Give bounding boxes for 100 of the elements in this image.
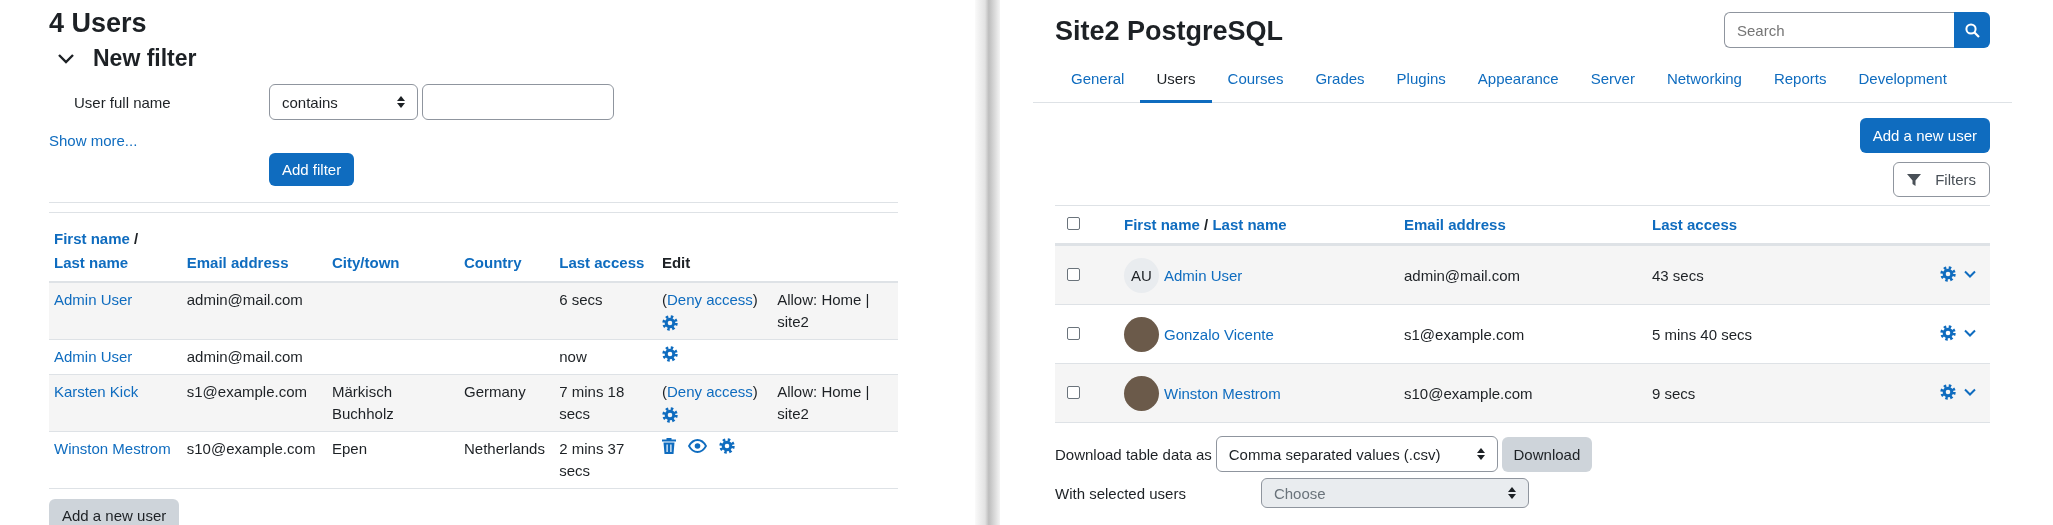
- user-name-link[interactable]: Winston Mestrom: [1164, 384, 1281, 402]
- input-field[interactable]: [422, 84, 614, 120]
- select-arrows-icon: [397, 96, 405, 108]
- avatar-photo-placeholder: [1124, 375, 1159, 411]
- sort-link[interactable]: Last name: [54, 254, 129, 271]
- user-name-link[interactable]: Admin User: [54, 291, 133, 308]
- sort-link[interactable]: First name: [1124, 216, 1200, 233]
- nav-tab[interactable]: Networking: [1650, 58, 1758, 103]
- table-cell: Epen: [332, 440, 368, 457]
- table-cell: admin@mail.com: [186, 291, 303, 308]
- operator-select[interactable]: contains: [269, 84, 418, 120]
- table-cell: Netherlands: [464, 440, 545, 457]
- table-cell: 9 secs: [1652, 384, 1696, 402]
- trash-icon[interactable]: [661, 438, 676, 454]
- nav-tab[interactable]: Appearance: [1461, 58, 1575, 103]
- table-cell: 7 mins 18 secs: [559, 383, 625, 422]
- section-heading: New filter: [93, 45, 197, 72]
- select-arrows-icon: [1476, 448, 1485, 460]
- caret-icon: [1964, 269, 1976, 278]
- table-cell: 43 secs: [1652, 266, 1704, 284]
- bulk-action-label: With selected users: [1055, 484, 1186, 502]
- table-cell: 5 mins 40 secs: [1652, 325, 1753, 343]
- add-user-button[interactable]: Add a new user: [49, 499, 180, 525]
- avatar-photo-placeholder: [1124, 316, 1159, 352]
- table-cell: now: [559, 348, 587, 365]
- table-cell: s10@example.com: [186, 440, 316, 457]
- checkbox[interactable]: [1067, 217, 1080, 230]
- nav-tab[interactable]: Grades: [1299, 58, 1381, 103]
- user-name-link[interactable]: Gonzalo Vicente: [1164, 325, 1274, 343]
- settings-icon: [1940, 265, 1956, 282]
- search-field[interactable]: Search: [1724, 12, 1954, 48]
- user-name-link[interactable]: Winston Mestrom: [54, 440, 171, 457]
- separator: /: [134, 230, 139, 247]
- deny-access-text: (Deny access): [661, 290, 758, 310]
- table-cell: Allow: Home | site2: [777, 383, 870, 422]
- table-cell: Allow: Home | site2: [777, 291, 870, 330]
- add-filter-button[interactable]: Add filter: [269, 153, 355, 186]
- avatar-initials: AU: [1124, 257, 1159, 293]
- table-cell: Märkisch Buchholz: [332, 383, 394, 422]
- checkbox[interactable]: [1067, 267, 1080, 281]
- settings-icon[interactable]: [661, 407, 678, 423]
- chevron-down-icon[interactable]: [57, 52, 75, 65]
- search-icon: [1964, 22, 1980, 38]
- funnel-icon: [1907, 172, 1922, 187]
- table-cell: admin@mail.com: [186, 348, 303, 365]
- sort-link[interactable]: Last access: [1652, 216, 1738, 233]
- bulk-action-select[interactable]: Choose: [1260, 478, 1529, 508]
- user-name-link[interactable]: Admin User: [1164, 266, 1243, 284]
- nav-tab[interactable]: Development: [1842, 58, 1963, 103]
- actions-menu-button[interactable]: [1940, 324, 1976, 341]
- search-button[interactable]: [1954, 12, 1990, 48]
- sort-link[interactable]: Last name: [1212, 216, 1287, 233]
- settings-icon: [1940, 383, 1956, 400]
- sort-link[interactable]: Country: [464, 254, 522, 271]
- table-cell: 2 mins 37 secs: [559, 440, 625, 479]
- caret-icon: [1964, 387, 1976, 396]
- nav-tab[interactable]: Courses: [1211, 58, 1300, 103]
- table-cell: admin@mail.com: [1404, 266, 1521, 284]
- nav-tab[interactable]: Users: [1140, 58, 1212, 103]
- settings-icon[interactable]: [718, 438, 735, 454]
- format-select[interactable]: Comma separated values (.csv): [1215, 436, 1498, 472]
- caret-icon: [1964, 328, 1976, 337]
- site-title: Site2 PostgreSQL: [1055, 16, 1284, 47]
- deny-access-link[interactable]: Deny access: [666, 383, 753, 400]
- nav-tab[interactable]: Reports: [1757, 58, 1843, 103]
- settings-icon[interactable]: [661, 315, 678, 331]
- table-cell: 6 secs: [559, 291, 603, 308]
- add-user-button[interactable]: Add a new user: [1859, 118, 1990, 153]
- settings-icon: [1940, 324, 1956, 341]
- sort-link[interactable]: Email address: [1404, 216, 1506, 233]
- field-label: User full name: [73, 93, 172, 111]
- user-name-link[interactable]: Admin User: [54, 348, 133, 365]
- actions-menu-button[interactable]: [1940, 383, 1976, 400]
- filters-button[interactable]: Filters: [1893, 162, 1990, 197]
- settings-icon[interactable]: [661, 346, 678, 362]
- nav-tab[interactable]: Server: [1574, 58, 1651, 103]
- sort-link[interactable]: City/town: [332, 254, 400, 271]
- column-header: Edit: [661, 254, 691, 271]
- deny-access-link[interactable]: Deny access: [666, 291, 753, 308]
- page-title: 4 Users: [49, 8, 147, 39]
- nav-tab[interactable]: General: [1055, 58, 1141, 103]
- table-cell: s1@example.com: [186, 383, 308, 400]
- table-cell: s10@example.com: [1404, 384, 1533, 402]
- user-name-link[interactable]: Karsten Kick: [54, 383, 139, 400]
- eye-icon[interactable]: [687, 439, 707, 453]
- actions-menu-button[interactable]: [1940, 265, 1976, 282]
- checkbox[interactable]: [1067, 326, 1080, 340]
- separator: /: [1204, 216, 1209, 233]
- deny-access-text: (Deny access): [661, 382, 758, 402]
- sort-link[interactable]: Email address: [186, 254, 289, 271]
- table-cell: s1@example.com: [1404, 325, 1525, 343]
- download-button[interactable]: Download: [1501, 436, 1593, 472]
- download-label: Download table data as: [1055, 445, 1212, 463]
- checkbox[interactable]: [1067, 385, 1080, 399]
- show-more-link[interactable]: Show more...: [49, 132, 138, 149]
- sort-link[interactable]: First name: [54, 230, 130, 247]
- sort-link[interactable]: Last access: [559, 254, 645, 271]
- nav-tab[interactable]: Plugins: [1380, 58, 1462, 103]
- select-arrows-icon: [1507, 487, 1516, 499]
- table-cell: Germany: [464, 383, 526, 400]
